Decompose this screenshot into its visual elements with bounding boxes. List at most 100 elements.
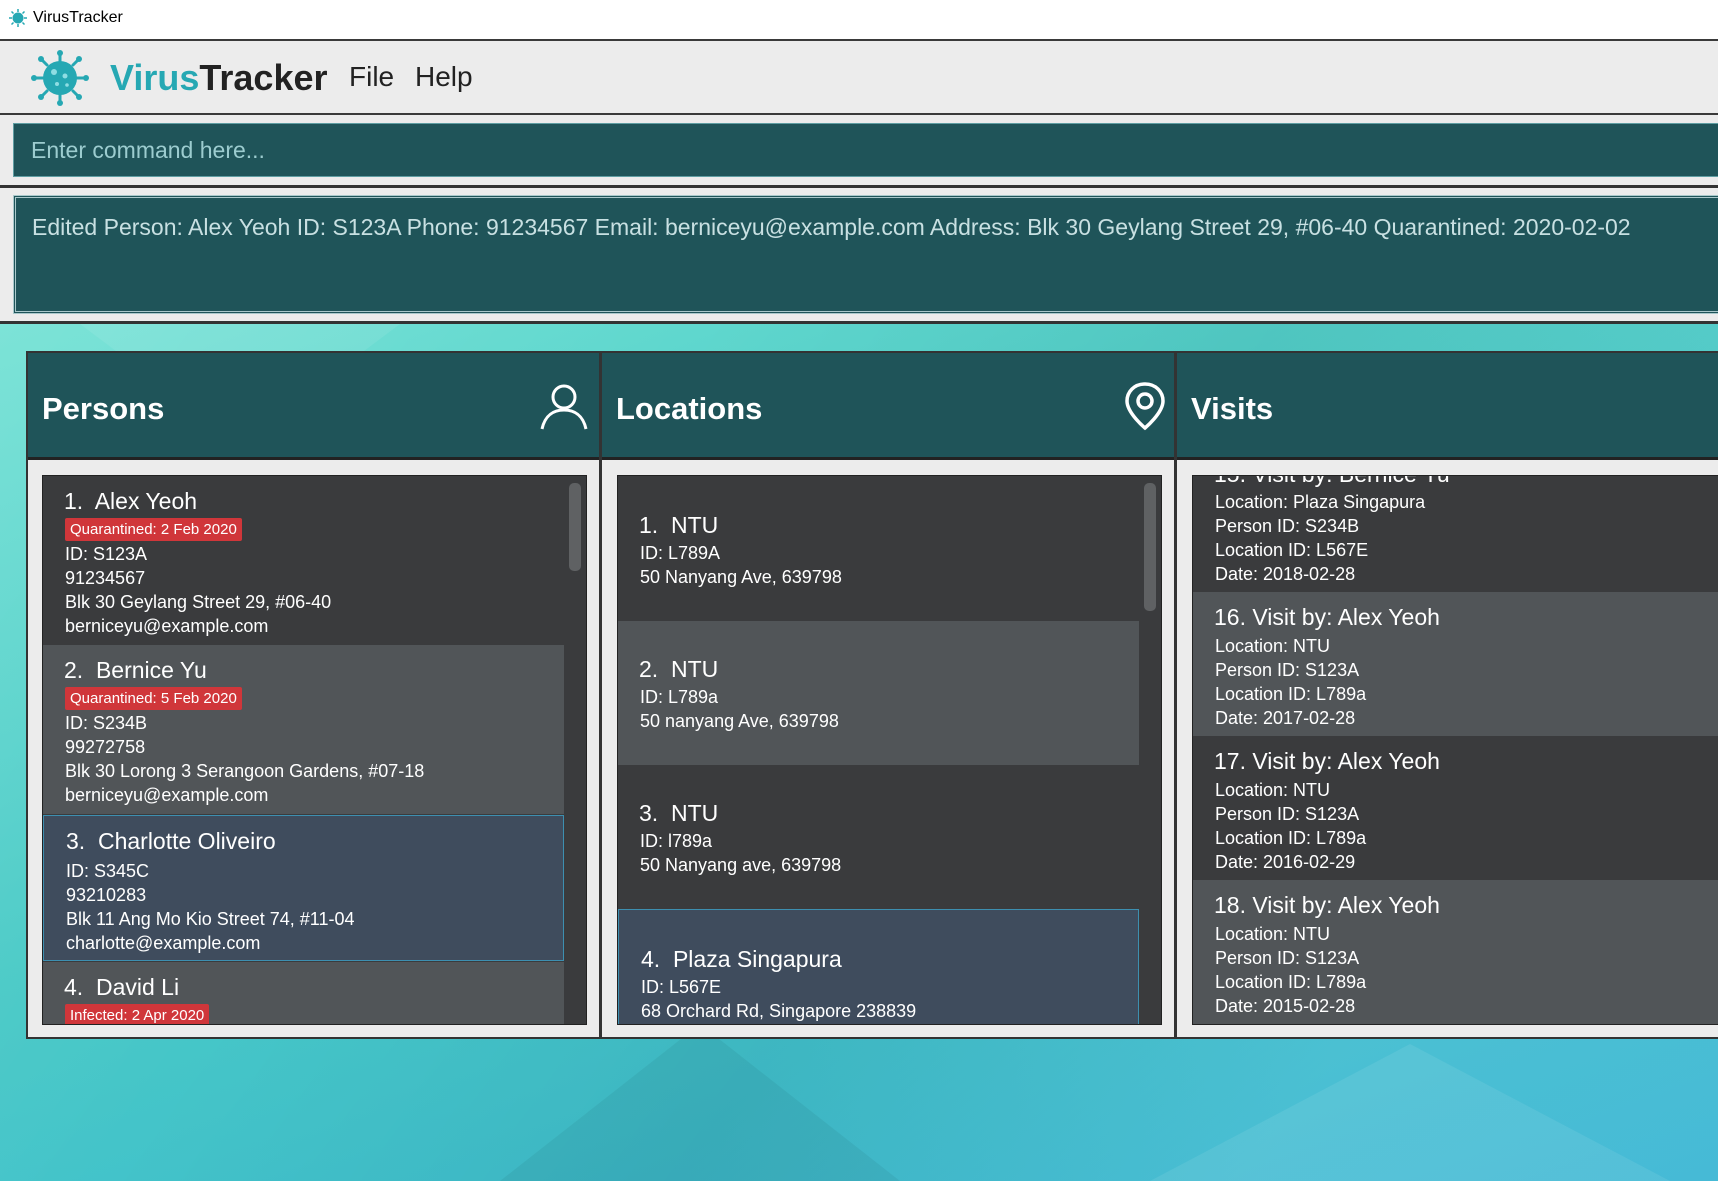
visit-location: Location: Plaza Singapura	[1215, 492, 1426, 512]
location-index: 2.	[639, 656, 659, 682]
visit-header: 17. Visit by: Alex Yeoh	[1214, 748, 1440, 774]
person-index: 4.	[64, 974, 84, 1000]
result-display: Edited Person: Alex Yeoh ID: S123A Phone…	[13, 195, 1718, 314]
visit-date: Date: 2018-02-28	[1215, 564, 1356, 584]
location-card[interactable]: 3. NTU ID: l789a 50 Nanyang ave, 639798	[618, 765, 1139, 909]
visit-card[interactable]: 15. Visit by: Bernice Yu Location: Plaza…	[1193, 476, 1718, 592]
virus-app-icon	[9, 9, 27, 27]
location-card-selected[interactable]: 4. Plaza Singapura ID: L567E 68 Orchard …	[618, 909, 1139, 1024]
person-phone: 93210283	[66, 885, 147, 905]
background-shape	[1150, 1044, 1670, 1181]
visits-list[interactable]: 15. Visit by: Bernice Yu Location: Plaza…	[1192, 475, 1718, 1025]
locations-panel: Locations 1. NTU ID: L789A 50 Nanyang Av…	[600, 351, 1176, 1039]
visit-person-id: Person ID: S234B	[1215, 516, 1360, 536]
quarantined-tag: Quarantined: 5 Feb 2020	[65, 687, 242, 710]
command-box	[0, 115, 1718, 185]
person-name: 1. Alex Yeoh	[64, 488, 197, 515]
command-input[interactable]	[13, 123, 1718, 177]
infected-tag: Infected: 2 Apr 2020	[65, 1004, 210, 1024]
person-index: 1.	[64, 488, 84, 514]
location-card[interactable]: 1. NTU ID: L789A 50 Nanyang Ave, 639798	[618, 476, 1139, 621]
person-id: ID: S234B	[65, 713, 148, 733]
persons-scrollbar-thumb[interactable]	[569, 483, 581, 571]
person-name-text: Alex Yeoh	[94, 488, 198, 514]
visit-person-id: Person ID: S123A	[1215, 660, 1360, 680]
visits-panel-title: Visits	[1191, 391, 1274, 426]
quarantined-tag: Quarantined: 2 Feb 2020	[65, 518, 242, 541]
menu-help[interactable]: Help	[415, 61, 473, 93]
virus-logo-icon	[31, 50, 89, 106]
visit-location: Location: NTU	[1215, 780, 1331, 800]
person-card[interactable]: 2. Bernice Yu Quarantined: 5 Feb 2020 ID…	[43, 645, 564, 814]
person-address: Blk 30 Lorong 3 Serangoon Gardens, #07-1…	[65, 761, 425, 781]
menu-file[interactable]: File	[349, 61, 394, 93]
visit-person-id: Person ID: S123A	[1215, 804, 1360, 824]
visit-person-id: Person ID: S123A	[1215, 948, 1360, 968]
locations-panel-header: Locations	[602, 353, 1174, 460]
persons-panel-header: Persons	[28, 353, 599, 460]
visit-location: Location: NTU	[1215, 924, 1331, 944]
person-card[interactable]: 1. Alex Yeoh Quarantined: 2 Feb 2020 ID:…	[43, 476, 564, 644]
location-card[interactable]: 2. NTU ID: L789a 50 nanyang Ave, 639798	[618, 621, 1139, 765]
person-email: berniceyu@example.com	[65, 785, 269, 805]
locations-list[interactable]: 1. NTU ID: L789A 50 Nanyang Ave, 639798 …	[617, 475, 1162, 1025]
person-name-text: David Li	[95, 974, 180, 1000]
locations-scrollbar-thumb[interactable]	[1144, 483, 1156, 611]
visit-location-id: Location ID: L789a	[1215, 684, 1367, 704]
window-titlebar: VirusTracker	[0, 0, 1718, 39]
visits-panel-header: Visits	[1177, 353, 1718, 460]
person-phone: 91234567	[65, 568, 146, 588]
persons-panel: Persons 1. Alex Yeoh Quarantined: 2 Feb …	[26, 351, 601, 1039]
location-name-text: NTU	[670, 512, 719, 538]
location-name: 2. NTU	[639, 656, 718, 683]
window-title: VirusTracker	[33, 9, 123, 26]
person-name-text: Charlotte Oliveiro	[97, 828, 276, 854]
location-name-text: Plaza Singapura	[672, 946, 842, 972]
location-name-text: NTU	[670, 656, 719, 682]
person-name-text: Bernice Yu	[95, 657, 207, 683]
location-address: 50 nanyang Ave, 639798	[640, 711, 839, 731]
location-address: 50 Nanyang Ave, 639798	[640, 567, 842, 587]
person-name: 4. David Li	[64, 974, 179, 1001]
location-index: 1.	[639, 512, 659, 538]
visits-panel: Visits 15. Visit by: Bernice Yu Location…	[1175, 351, 1718, 1039]
locations-scrollbar[interactable]	[1140, 479, 1159, 1021]
person-name: 2. Bernice Yu	[64, 657, 207, 684]
person-address: Blk 30 Geylang Street 29, #06-40	[65, 592, 332, 612]
location-address: 68 Orchard Rd, Singapore 238839	[641, 1001, 917, 1021]
person-card[interactable]: 4. David Li Infected: 2 Apr 2020	[43, 962, 564, 1024]
brand-part1: Virus	[110, 57, 200, 98]
person-id: ID: S345C	[66, 861, 150, 881]
person-id: ID: S123A	[65, 544, 148, 564]
brand-part2: Tracker	[199, 57, 328, 98]
location-name-text: NTU	[670, 800, 719, 826]
background-shape	[500, 1024, 900, 1181]
location-id: ID: L789a	[640, 687, 719, 707]
person-phone: 99272758	[65, 737, 146, 757]
visit-location-id: Location ID: L789a	[1215, 828, 1367, 848]
visit-date: Date: 2015-02-28	[1215, 996, 1356, 1016]
map-pin-icon	[1125, 382, 1165, 431]
person-email: berniceyu@example.com	[65, 616, 269, 636]
location-name: 1. NTU	[639, 512, 718, 539]
visit-date: Date: 2017-02-28	[1215, 708, 1356, 728]
location-name: 3. NTU	[639, 800, 718, 827]
visit-location-id: Location ID: L567E	[1215, 540, 1369, 560]
location-name: 4. Plaza Singapura	[641, 946, 842, 973]
persons-scrollbar[interactable]	[565, 479, 584, 1021]
person-icon	[540, 384, 588, 430]
visit-location-id: Location ID: L789a	[1215, 972, 1367, 992]
result-display-area: Edited Person: Alex Yeoh ID: S123A Phone…	[0, 188, 1718, 321]
visit-card[interactable]: 16. Visit by: Alex Yeoh Location: NTU Pe…	[1193, 592, 1718, 736]
visit-location: Location: NTU	[1215, 636, 1331, 656]
visit-card[interactable]: 18. Visit by: Alex Yeoh Location: NTU Pe…	[1193, 880, 1718, 1024]
menu-bar: VirusTracker File Help	[0, 41, 1718, 113]
location-id: ID: L567E	[641, 977, 722, 997]
person-card-selected[interactable]: 3. Charlotte Oliveiro ID: S345C 93210283…	[43, 815, 564, 961]
brand-name: VirusTracker	[110, 57, 328, 99]
persons-list[interactable]: 1. Alex Yeoh Quarantined: 2 Feb 2020 ID:…	[42, 475, 587, 1025]
visit-card[interactable]: 17. Visit by: Alex Yeoh Location: NTU Pe…	[1193, 736, 1718, 880]
location-address: 50 Nanyang ave, 639798	[640, 855, 842, 875]
person-index: 3.	[66, 828, 86, 854]
location-index: 4.	[641, 946, 661, 972]
